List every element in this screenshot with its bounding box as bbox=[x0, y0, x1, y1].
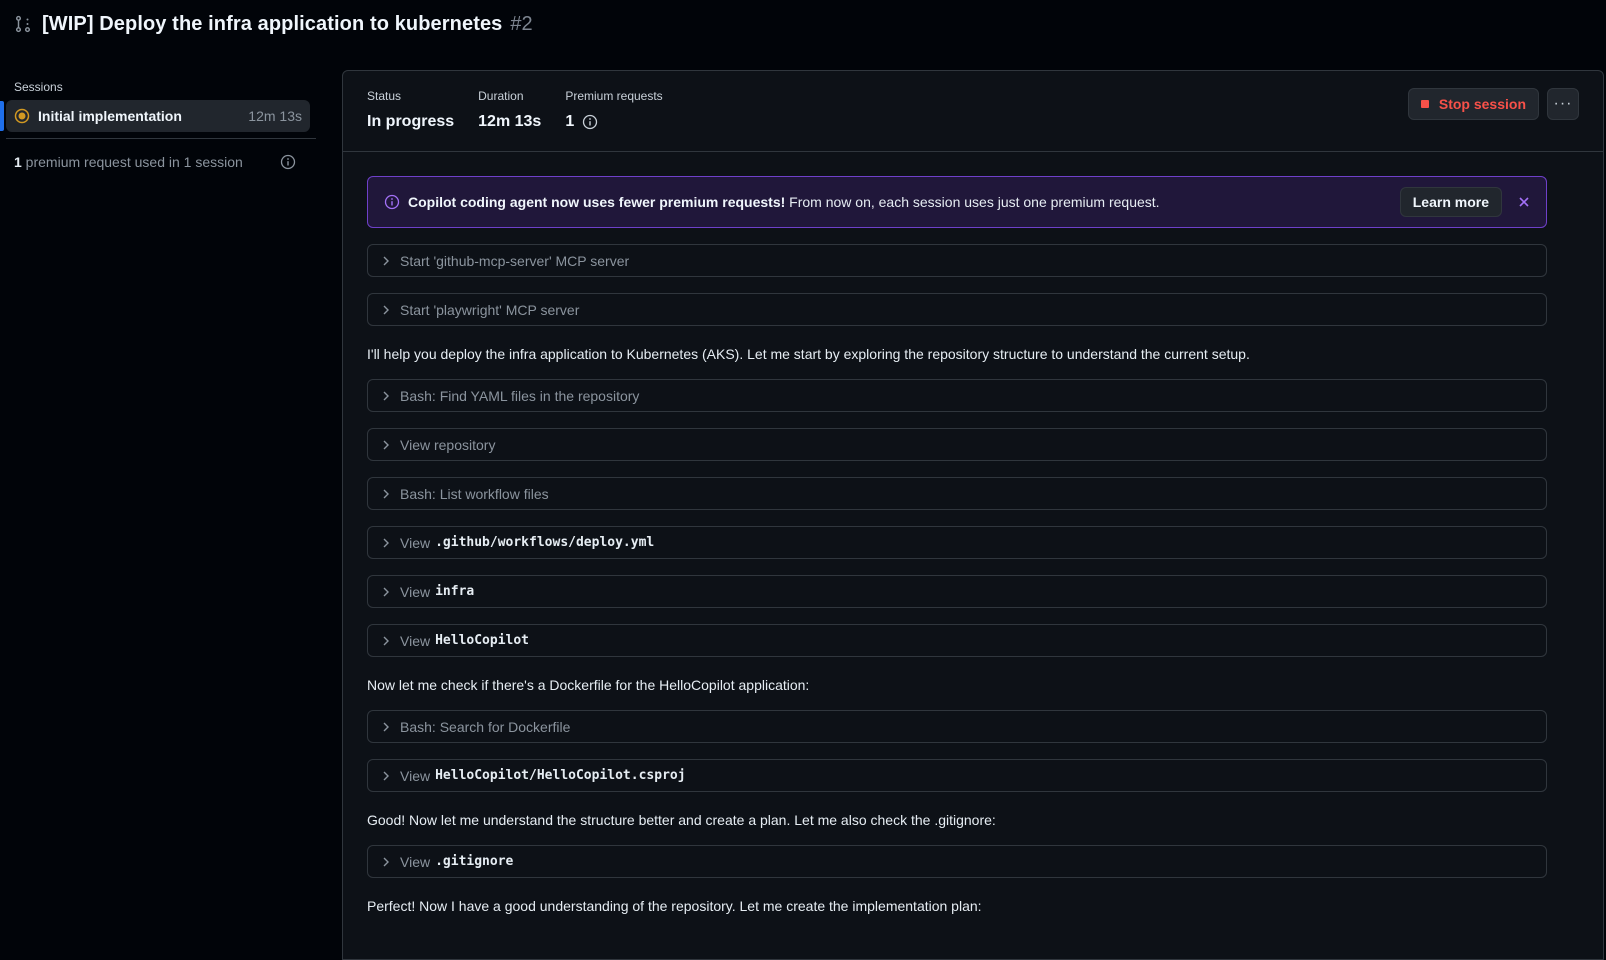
close-icon[interactable] bbox=[1516, 194, 1532, 210]
stop-session-label: Stop session bbox=[1438, 96, 1526, 112]
premium-requests-value: 1 bbox=[565, 113, 575, 130]
step-label: Start 'github-mcp-server' MCP server bbox=[400, 252, 630, 269]
log-step[interactable]: View HelloCopilot/HelloCopilot.csproj bbox=[367, 759, 1547, 792]
more-options-button[interactable]: ··· bbox=[1547, 88, 1579, 120]
premium-requests-value-row: 1 bbox=[565, 113, 662, 131]
step-label: Bash: List workflow files bbox=[400, 485, 549, 502]
step-view-label: View bbox=[400, 632, 431, 649]
chevron-right-icon bbox=[380, 304, 392, 316]
chevron-right-icon bbox=[380, 255, 392, 267]
log-step[interactable]: Start 'github-mcp-server' MCP server bbox=[367, 244, 1547, 277]
page-header: [WIP] Deploy the infra application to ku… bbox=[14, 10, 533, 38]
agent-message: I'll help you deploy the infra applicati… bbox=[367, 346, 1250, 362]
divider bbox=[343, 151, 1603, 152]
chevron-right-icon bbox=[380, 586, 392, 598]
page-title: [WIP] Deploy the infra application to ku… bbox=[42, 12, 503, 35]
log-step[interactable]: Bash: List workflow files bbox=[367, 477, 1547, 510]
log-step[interactable]: Bash: Search for Dockerfile bbox=[367, 710, 1547, 743]
agent-message: Good! Now let me understand the structur… bbox=[367, 812, 996, 828]
status-label: Status bbox=[367, 89, 402, 103]
premium-usage-summary: 1 premium request used in 1 session bbox=[14, 154, 243, 170]
in-progress-icon bbox=[14, 108, 30, 124]
stop-session-button[interactable]: Stop session bbox=[1407, 88, 1539, 120]
duration-stat: Duration 12m 13s bbox=[478, 89, 541, 131]
chevron-right-icon bbox=[380, 856, 392, 868]
log-step[interactable]: View infra bbox=[367, 575, 1547, 608]
pr-number[interactable]: #2 bbox=[510, 13, 532, 36]
sessions-heading: Sessions bbox=[14, 80, 63, 94]
premium-requests-stat: Premium requests 1 bbox=[565, 89, 662, 131]
info-icon[interactable] bbox=[280, 154, 296, 170]
step-path: infra bbox=[435, 584, 475, 599]
log-step[interactable]: View HelloCopilot bbox=[367, 624, 1547, 657]
step-label: View repository bbox=[400, 436, 496, 453]
usage-count: 1 bbox=[14, 154, 22, 170]
banner-message: Copilot coding agent now uses fewer prem… bbox=[408, 194, 1160, 210]
chevron-right-icon bbox=[380, 635, 392, 647]
pull-request-draft-icon bbox=[14, 15, 32, 33]
log-step[interactable]: View .github/workflows/deploy.yml bbox=[367, 526, 1547, 559]
learn-more-button[interactable]: Learn more bbox=[1399, 187, 1502, 217]
kebab-horizontal-icon: ··· bbox=[1553, 95, 1573, 112]
selected-indicator bbox=[0, 101, 4, 131]
chevron-right-icon bbox=[380, 537, 392, 549]
step-view-label: View bbox=[400, 583, 431, 600]
step-path: .gitignore bbox=[435, 854, 514, 869]
agent-message: Now let me check if there's a Dockerfile… bbox=[367, 677, 810, 693]
step-label: Start 'playwright' MCP server bbox=[400, 301, 580, 318]
session-panel: Status In progress Duration 12m 13s Prem… bbox=[342, 70, 1604, 960]
chevron-right-icon bbox=[380, 721, 392, 733]
step-label: Bash: Search for Dockerfile bbox=[400, 718, 571, 735]
info-icon bbox=[384, 194, 400, 210]
step-view-label: View bbox=[400, 534, 431, 551]
stop-icon bbox=[1420, 100, 1429, 108]
usage-text: premium request used in 1 session bbox=[21, 154, 243, 170]
session-item-initial-implementation[interactable]: Initial implementation 12m 13s bbox=[0, 100, 310, 132]
duration-label: Duration bbox=[478, 89, 524, 103]
duration-value: 12m 13s bbox=[478, 113, 542, 130]
log-step[interactable]: Start 'playwright' MCP server bbox=[367, 293, 1547, 326]
chevron-right-icon bbox=[380, 770, 392, 782]
premium-requests-label: Premium requests bbox=[565, 89, 663, 103]
session-log: Copilot coding agent now uses fewer prem… bbox=[367, 176, 1547, 918]
status-stat: Status In progress bbox=[367, 89, 454, 131]
log-step[interactable]: View repository bbox=[367, 428, 1547, 461]
banner-headline: Copilot coding agent now uses fewer prem… bbox=[408, 194, 786, 210]
chevron-right-icon bbox=[380, 390, 392, 402]
agent-message: Perfect! Now I have a good understanding… bbox=[367, 898, 982, 914]
log-step[interactable]: Bash: Find YAML files in the repository bbox=[367, 379, 1547, 412]
divider bbox=[6, 138, 316, 139]
step-view-label: View bbox=[400, 767, 431, 784]
info-icon[interactable] bbox=[582, 114, 598, 130]
status-value: In progress bbox=[367, 113, 455, 130]
log-step[interactable]: View .gitignore bbox=[367, 845, 1547, 878]
chevron-right-icon bbox=[380, 439, 392, 451]
announcement-banner: Copilot coding agent now uses fewer prem… bbox=[367, 176, 1547, 228]
step-path: .github/workflows/deploy.yml bbox=[435, 535, 655, 550]
step-path: HelloCopilot bbox=[435, 633, 530, 648]
banner-text: From now on, each session uses just one … bbox=[785, 194, 1160, 210]
session-name: Initial implementation bbox=[38, 108, 182, 124]
step-view-label: View bbox=[400, 853, 431, 870]
session-stats: Status In progress Duration 12m 13s Prem… bbox=[367, 89, 663, 131]
chevron-right-icon bbox=[380, 488, 392, 500]
step-label: Bash: Find YAML files in the repository bbox=[400, 387, 640, 404]
session-duration: 12m 13s bbox=[248, 108, 302, 124]
step-path: HelloCopilot/HelloCopilot.csproj bbox=[435, 768, 686, 783]
